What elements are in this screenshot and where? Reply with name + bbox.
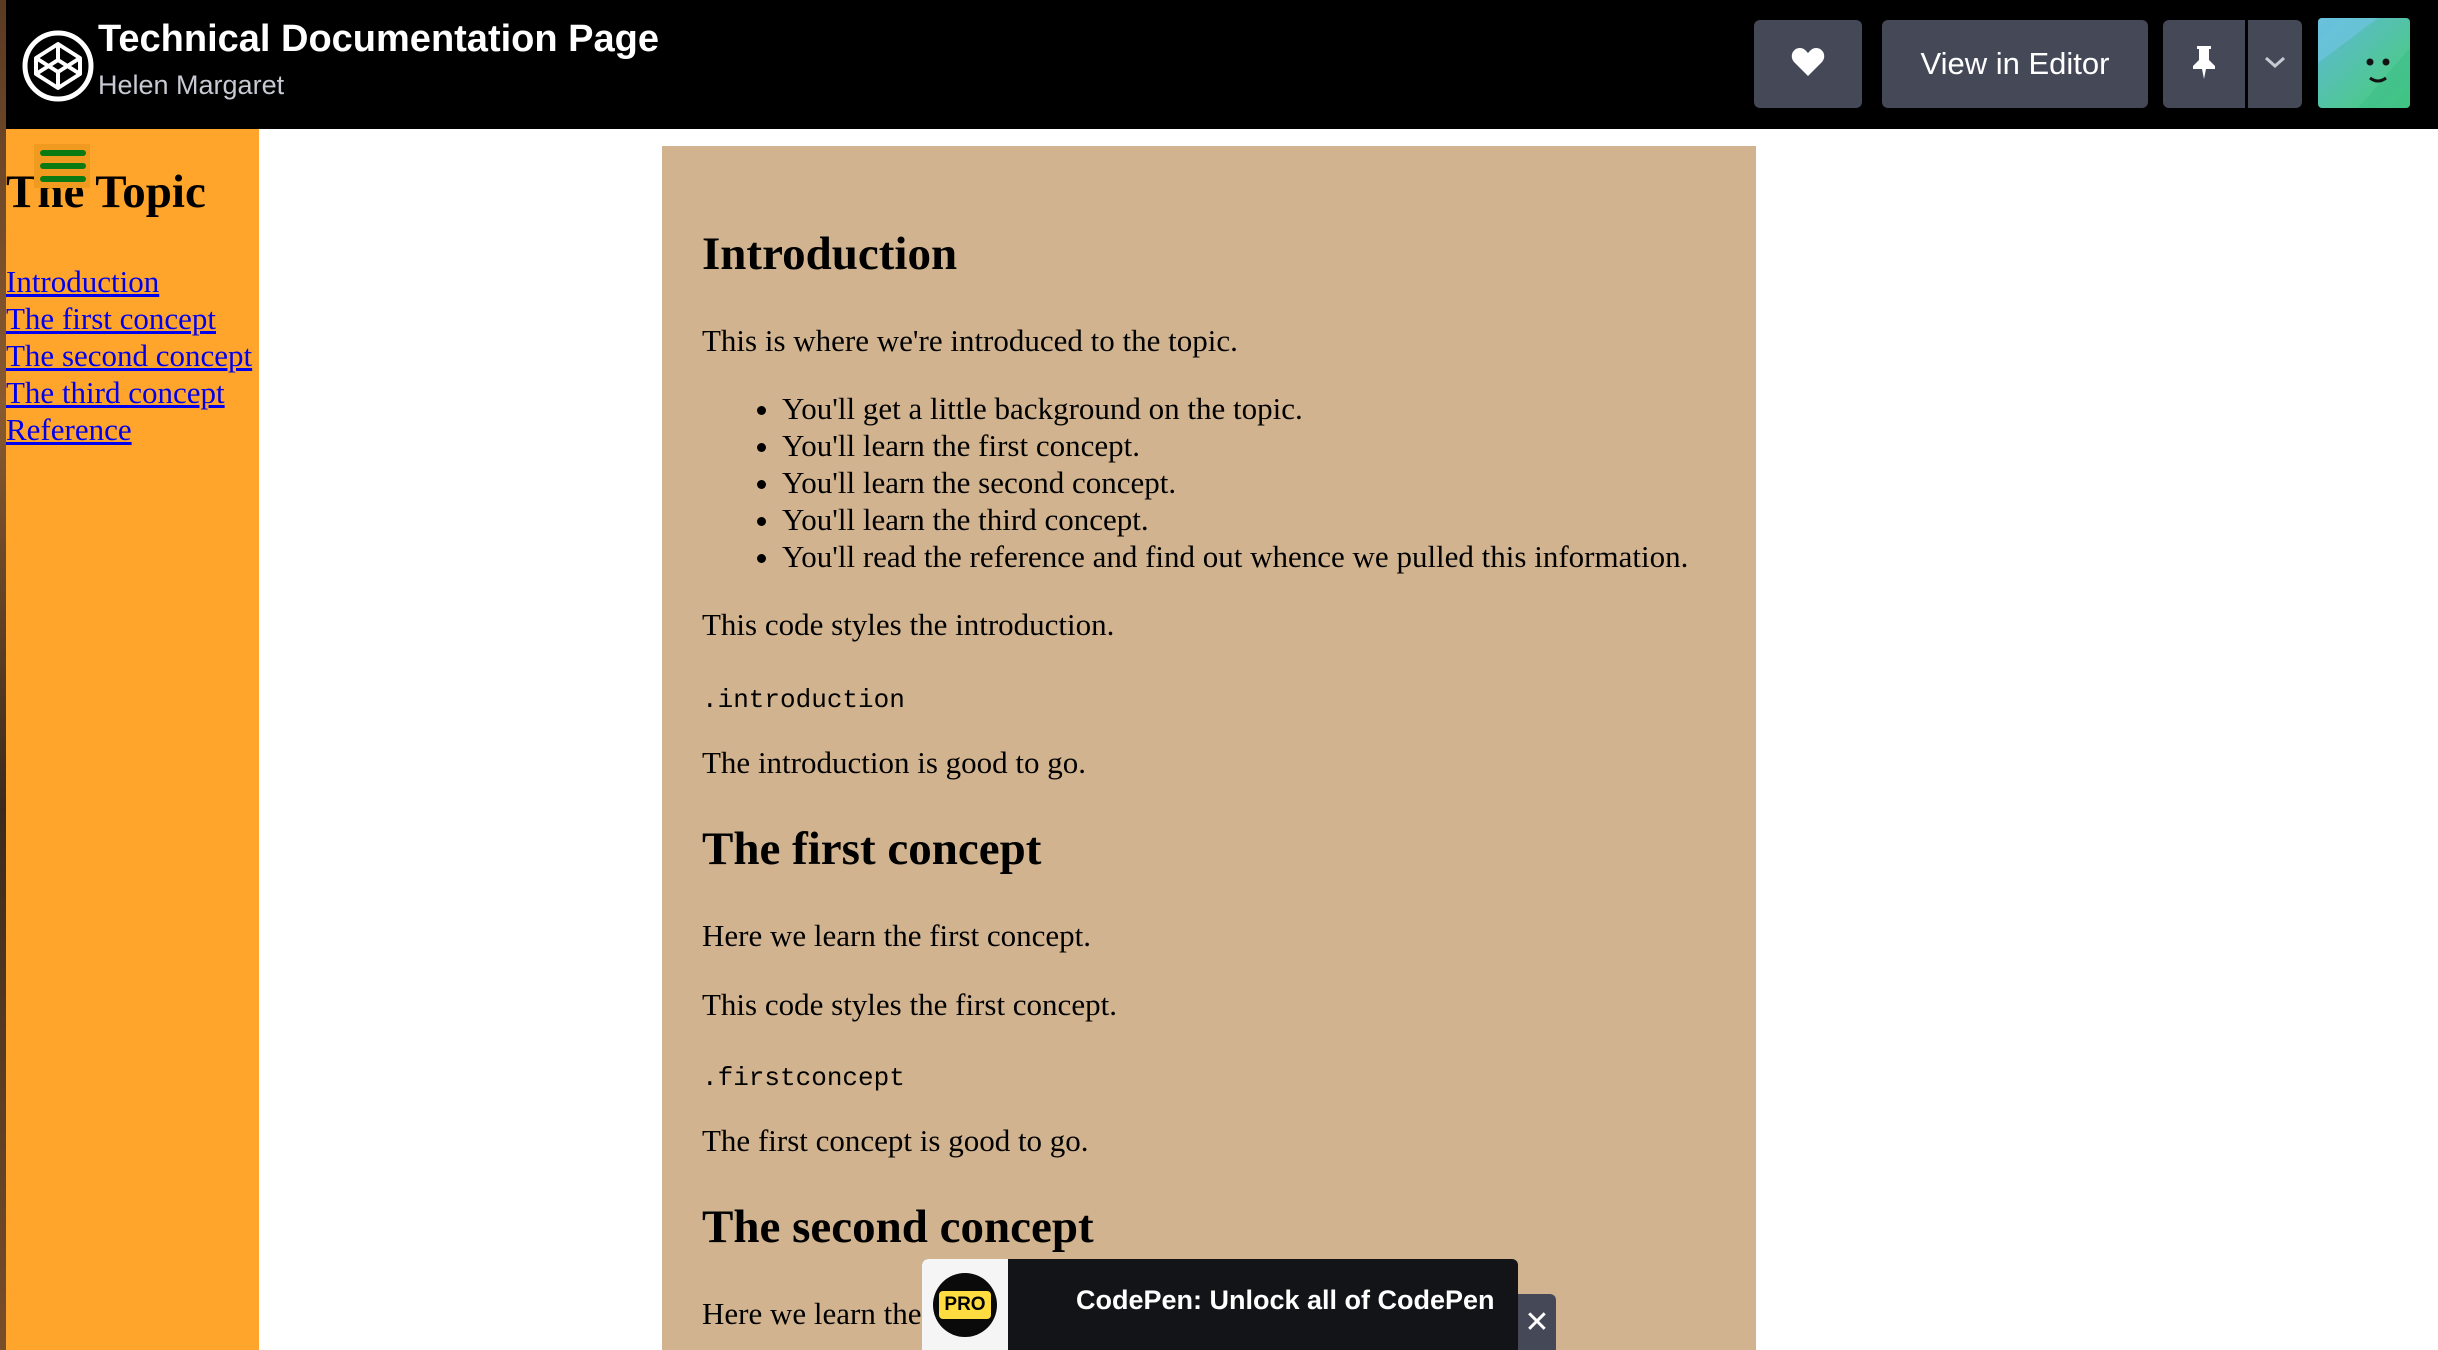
pen-title: Technical Documentation Page xyxy=(98,18,659,60)
list-item: You'll learn the second concept. xyxy=(782,464,1688,501)
first-concept-styles-text: This code styles the first concept. xyxy=(702,987,1117,1022)
pro-badge-container: PRO xyxy=(922,1259,1008,1350)
codepen-header: Technical Documentation Page Helen Marga… xyxy=(6,0,2438,129)
intro-done-text: The introduction is good to go. xyxy=(702,745,1087,780)
sidebar-link-second-concept[interactable]: The second concept xyxy=(6,337,252,374)
hamburger-icon[interactable] xyxy=(34,144,90,188)
codepen-logo-icon[interactable] xyxy=(22,30,94,102)
view-in-editor-button[interactable]: View in Editor xyxy=(1882,20,2148,108)
user-avatar[interactable] xyxy=(2318,18,2410,108)
pin-button[interactable] xyxy=(2163,20,2245,108)
section-heading-second-concept: The second concept xyxy=(702,1201,1094,1253)
list-item: You'll get a little background on the to… xyxy=(782,390,1688,427)
pro-badge-label: PRO xyxy=(939,1290,991,1319)
list-item: You'll learn the third concept. xyxy=(782,501,1688,538)
intro-bullet-list: You'll get a little background on the to… xyxy=(702,390,1688,575)
list-item: You'll read the reference and find out w… xyxy=(782,538,1688,575)
list-item: You'll learn the first concept. xyxy=(782,427,1688,464)
intro-styles-text: This code styles the introduction. xyxy=(702,607,1115,642)
sidebar-link-reference[interactable]: Reference xyxy=(6,411,252,448)
sidebar-link-introduction[interactable]: Introduction xyxy=(6,263,252,300)
chevron-down-icon xyxy=(2264,55,2286,74)
intro-code: .introduction xyxy=(702,685,905,715)
sidebar-nav: The Topic Introduction The first concept… xyxy=(6,129,259,1350)
first-concept-code: .firstconcept xyxy=(702,1063,905,1093)
first-concept-text: Here we learn the first concept. xyxy=(702,918,1092,953)
heart-icon xyxy=(1791,47,1825,82)
pen-author[interactable]: Helen Margaret xyxy=(98,70,284,101)
promo-text[interactable]: CodePen: Unlock all of CodePen xyxy=(1076,1285,1495,1316)
sidebar-link-third-concept[interactable]: The third concept xyxy=(6,374,252,411)
pro-badge-icon: PRO xyxy=(933,1272,997,1337)
pin-icon xyxy=(2190,44,2218,85)
main-content: Introduction This is where we're introdu… xyxy=(662,146,1756,1350)
sidebar-links: Introduction The first concept The secon… xyxy=(6,263,252,448)
sidebar-link-first-concept[interactable]: The first concept xyxy=(6,300,252,337)
section-heading-introduction: Introduction xyxy=(702,228,958,280)
like-button[interactable] xyxy=(1754,20,1862,108)
first-concept-done-text: The first concept is good to go. xyxy=(702,1123,1089,1158)
pin-dropdown-button[interactable] xyxy=(2248,20,2302,108)
pro-promo-banner[interactable]: PRO CodePen: Unlock all of CodePen xyxy=(922,1259,1518,1350)
close-icon[interactable]: ✕ xyxy=(1518,1294,1556,1350)
intro-text: This is where we're introduced to the to… xyxy=(702,323,1238,358)
section-heading-first-concept: The first concept xyxy=(702,823,1042,875)
